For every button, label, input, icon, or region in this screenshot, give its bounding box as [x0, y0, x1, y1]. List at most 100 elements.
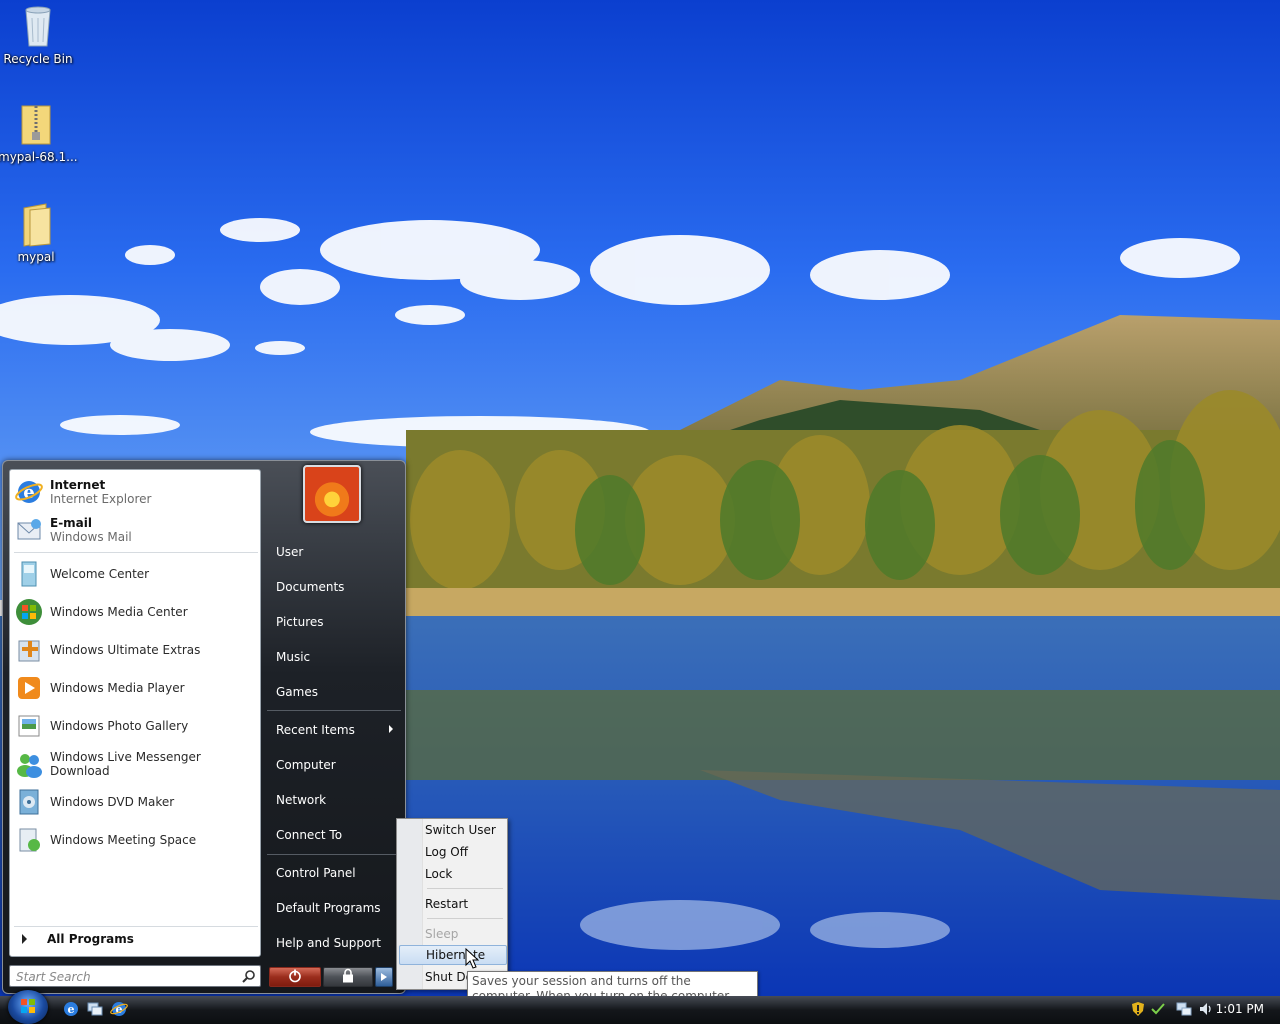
power-options-menu: Switch User Log Off Lock Restart Sleep H…	[396, 818, 508, 990]
volume-icon[interactable]	[1198, 1001, 1214, 1020]
start-menu-programs-pane: e Internet Internet Explorer E-mail Wind…	[9, 469, 261, 957]
right-item-label: Pictures	[276, 615, 324, 629]
media-center-icon	[14, 597, 44, 627]
menu-item-hibernate[interactable]: Hibernate	[399, 945, 507, 965]
welcome-center-icon	[14, 559, 44, 589]
all-programs-button[interactable]: All Programs	[16, 928, 256, 950]
right-item-label: Default Programs	[276, 901, 381, 915]
quicklaunch-switch-windows[interactable]	[86, 1000, 104, 1018]
svg-text:e: e	[68, 1003, 75, 1016]
all-programs-separator	[14, 926, 258, 927]
mouse-cursor-icon	[465, 947, 480, 970]
quicklaunch-internet-explorer-2[interactable]: e	[110, 1000, 128, 1018]
taskbar: e e 1:01 PM	[0, 990, 1280, 1024]
program-label: Windows Media Player	[50, 681, 185, 695]
power-options-arrow-button[interactable]	[375, 967, 393, 987]
desktop-icon-label: mypal-68.1...	[0, 150, 78, 164]
program-welcome-center[interactable]: Welcome Center	[14, 556, 258, 592]
meeting-space-icon	[14, 825, 44, 855]
right-item-pictures[interactable]: Pictures	[267, 607, 401, 637]
start-button[interactable]	[8, 990, 48, 1024]
desktop-icon-recycle-bin[interactable]: Recycle Bin	[0, 2, 76, 66]
zip-folder-icon	[16, 100, 56, 148]
right-item-network[interactable]: Network	[267, 785, 401, 815]
menu-item-label: Switch User	[425, 823, 496, 837]
menu-item-log-off[interactable]: Log Off	[399, 842, 507, 862]
network-icon[interactable]	[1176, 1001, 1192, 1020]
chevron-right-icon	[22, 934, 27, 944]
right-item-label: Recent Items	[276, 723, 355, 737]
right-item-label: Help and Support	[276, 936, 381, 950]
right-separator	[267, 854, 401, 855]
right-item-music[interactable]: Music	[267, 642, 401, 672]
desktop-icon-mypal-folder[interactable]: mypal	[0, 200, 74, 264]
photo-gallery-icon	[14, 711, 44, 741]
all-programs-label: All Programs	[47, 932, 134, 946]
right-item-label: Connect To	[276, 828, 343, 842]
folder-icon	[16, 200, 56, 248]
right-item-computer[interactable]: Computer	[267, 750, 401, 780]
menu-item-label: Sleep	[425, 927, 459, 941]
right-item-label: Network	[276, 793, 327, 807]
menu-item-lock[interactable]: Lock	[399, 864, 507, 884]
network-check-icon[interactable]	[1150, 1001, 1166, 1020]
windows-logo-icon	[21, 999, 35, 1013]
notification-area: 1:01 PM	[1120, 996, 1280, 1024]
program-photo-gallery[interactable]: Windows Photo Gallery	[14, 708, 258, 744]
clock[interactable]: 1:01 PM	[1216, 1002, 1264, 1016]
program-label: Windows Meeting Space	[50, 833, 197, 847]
messenger-icon	[14, 749, 44, 779]
program-label: Windows DVD Maker	[50, 795, 175, 809]
user-picture[interactable]	[303, 465, 361, 523]
program-label: Windows Photo Gallery	[50, 719, 189, 733]
menu-item-switch-user[interactable]: Switch User	[399, 820, 507, 840]
pinned-title: E-mail	[50, 516, 93, 530]
pinned-email[interactable]: E-mail Windows Mail	[14, 512, 258, 548]
recycle-bin-icon	[18, 2, 58, 50]
lock-button[interactable]	[323, 967, 373, 987]
right-item-help-support[interactable]: Help and Support	[267, 928, 401, 958]
menu-item-label: Lock	[425, 867, 453, 881]
right-item-label: Control Panel	[276, 866, 356, 880]
quicklaunch-internet-explorer[interactable]: e	[62, 1000, 80, 1018]
program-label: Welcome Center	[50, 567, 150, 581]
shield-warning-icon[interactable]	[1130, 1001, 1146, 1020]
pinned-subtitle: Windows Mail	[50, 530, 132, 544]
right-item-user[interactable]: User	[267, 537, 401, 567]
right-item-label: Computer	[276, 758, 336, 772]
program-ultimate-extras[interactable]: Windows Ultimate Extras	[14, 632, 258, 668]
dvd-maker-icon	[14, 787, 44, 817]
desktop-icon-mypal-zip[interactable]: mypal-68.1...	[0, 100, 78, 164]
internet-explorer-icon: e	[64, 1002, 78, 1016]
power-button[interactable]	[269, 967, 321, 987]
menu-item-restart[interactable]: Restart	[399, 894, 507, 914]
program-dvd-maker[interactable]: Windows DVD Maker	[14, 784, 258, 820]
windows-mail-icon	[14, 515, 44, 545]
program-media-center[interactable]: Windows Media Center	[14, 594, 258, 630]
search-placeholder: Start Search	[16, 970, 91, 984]
right-item-label: User	[276, 545, 304, 559]
right-item-recent-items[interactable]: Recent Items	[267, 715, 401, 745]
submenu-arrow-icon	[389, 725, 393, 733]
internet-explorer-icon: e	[14, 477, 44, 507]
right-item-documents[interactable]: Documents	[267, 572, 401, 602]
pinned-internet[interactable]: e Internet Internet Explorer	[14, 474, 258, 510]
right-item-default-programs[interactable]: Default Programs	[267, 893, 401, 923]
search-icon[interactable]	[242, 969, 256, 983]
program-media-player[interactable]: Windows Media Player	[14, 670, 258, 706]
right-item-games[interactable]: Games	[267, 677, 401, 707]
arrow-right-icon	[381, 970, 387, 984]
internet-explorer-icon: e	[110, 1002, 128, 1016]
menu-item-label: Log Off	[425, 845, 468, 859]
program-meeting-space[interactable]: Windows Meeting Space	[14, 822, 258, 858]
menu-item-label: Restart	[425, 897, 469, 911]
right-item-control-panel[interactable]: Control Panel	[267, 858, 401, 888]
start-search-input[interactable]: Start Search	[9, 965, 261, 987]
right-item-connect-to[interactable]: Connect To	[267, 820, 401, 850]
lock-icon	[342, 968, 354, 986]
desktop-icon-label: Recycle Bin	[3, 52, 73, 66]
pinned-subtitle: Internet Explorer	[50, 492, 152, 506]
desktop-icon-label: mypal	[17, 250, 55, 264]
program-label: Windows Media Center	[50, 605, 188, 619]
program-live-messenger[interactable]: Windows Live Messenger Download	[14, 746, 258, 782]
